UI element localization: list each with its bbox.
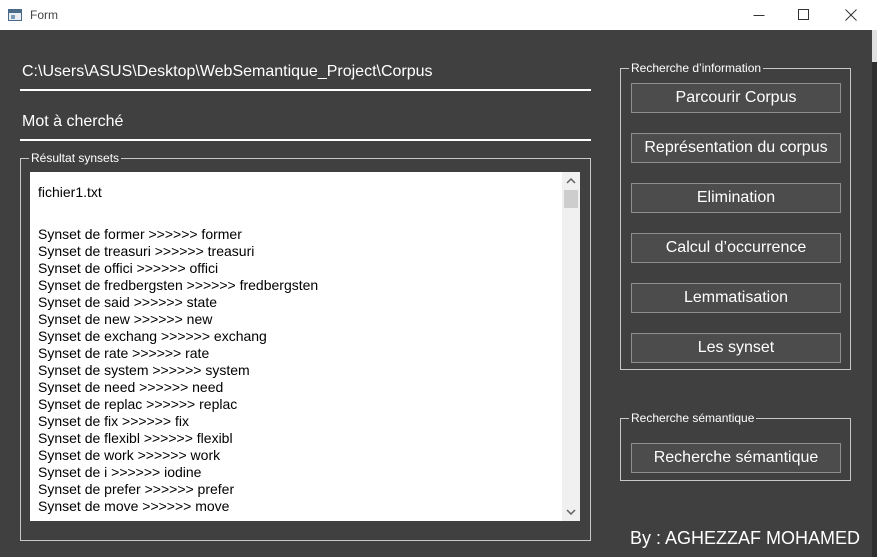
synset-line: Synset de prefer >>>>>> prefer [38,481,235,497]
author-credit: By : AGHEZZAF MOHAMED [630,528,861,548]
synset-line: Synset de system >>>>>> system [38,362,250,378]
search-word-input[interactable] [20,110,591,134]
close-button[interactable] [828,0,874,30]
synset-line: Synset de need >>>>>> need [38,379,224,395]
scroll-thumb[interactable] [564,190,578,208]
synset-line: Synset de exchang >>>>>> exchang [38,328,267,344]
window-title: Form [30,8,58,22]
scroll-up-button[interactable] [562,172,580,190]
results-textbox[interactable]: fichier1.txt Synset de former >>>>>> for… [30,172,580,521]
synset-line: Synset de replac >>>>>> replac [38,396,238,412]
synset-line: Synset de fix >>>>>> fix [38,413,189,429]
synset-line: Synset de flexibl >>>>>> flexibl [38,430,233,446]
scroll-down-button[interactable] [562,503,580,521]
scroll-up-icon [566,178,576,184]
synset-line: Synset de fredbergsten >>>>>> fredbergst… [38,277,319,293]
synset-line: Synset de said >>>>>> state [38,294,218,310]
search-word-underline [20,139,591,141]
minimize-button[interactable] [736,0,782,30]
corpus-path-underline [20,89,591,91]
form-app-icon [8,9,22,21]
maximize-icon [798,9,809,20]
synset-line: Synset de rate >>>>>> rate [38,345,210,361]
minimize-icon [753,15,765,16]
semantic-search-button[interactable]: Recherche sémantique [631,443,841,473]
synset-line: Synset de offici >>>>>> offici [38,260,219,276]
desktop-edge [872,30,877,557]
corpus-representation-button[interactable]: Représentation du corpus [631,133,841,163]
corpus-path-input[interactable] [20,60,591,84]
scroll-down-icon [566,509,576,515]
synset-line: Synset de work >>>>>> work [38,447,221,463]
semantic-group-label: Recherche sémantique [629,411,757,426]
close-icon [845,9,857,21]
title-bar[interactable]: Form [0,0,877,30]
results-group-label: Résultat synsets [29,151,122,166]
synset-line: Synset de i >>>>>> iodine [38,464,202,480]
synsets-button[interactable]: Les synset [631,333,841,363]
elimination-button[interactable]: Elimination [631,183,841,213]
synset-line: Synset de new >>>>>> new [38,311,213,327]
browse-corpus-button[interactable]: Parcourir Corpus [631,83,841,113]
information-group-label: Recherche d’information [629,61,764,76]
synset-list: Synset de former >>>>>> former Synset de… [38,226,558,515]
synset-line: Synset de former >>>>>> former [38,226,242,242]
semantic-search-groupbox: Recherche sémantique Recherche sémantiqu… [620,411,851,481]
occurrence-count-button[interactable]: Calcul d’occurrence [631,233,841,263]
information-retrieval-groupbox: Recherche d’information Parcourir Corpus… [620,61,851,370]
synset-line: Synset de treasuri >>>>>> treasuri [38,243,255,259]
lemmatisation-button[interactable]: Lemmatisation [631,283,841,313]
result-file-name: fichier1.txt [38,184,102,200]
maximize-button[interactable] [781,0,827,30]
synset-line: Synset de move >>>>>> move [38,498,230,514]
results-vertical-scrollbar[interactable] [562,172,580,521]
